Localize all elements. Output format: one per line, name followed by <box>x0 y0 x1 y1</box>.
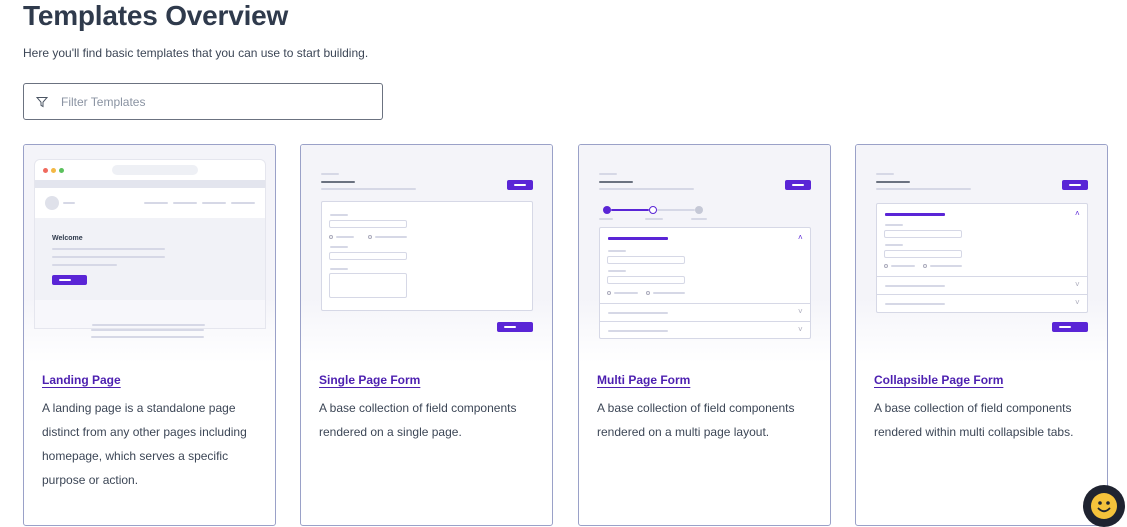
single-page-form-preview <box>311 155 543 355</box>
filter-input[interactable] <box>61 94 351 109</box>
template-card-collapsible-page-form[interactable]: ˄ ˅ ˅ Collapsible Page Form A base colle… <box>855 144 1108 526</box>
landing-page-preview: Welcome <box>34 159 266 329</box>
preview-welcome-text: Welcome <box>52 235 83 242</box>
template-description: A base collection of field components re… <box>319 401 517 439</box>
template-description: A base collection of field components re… <box>874 401 1074 439</box>
template-title-collapsible-page-form[interactable]: Collapsible Page Form <box>874 373 1003 387</box>
filter-field[interactable] <box>23 83 383 120</box>
filter-icon <box>36 96 48 107</box>
template-title-single-page-form[interactable]: Single Page Form <box>319 373 420 387</box>
template-title-multi-page-form[interactable]: Multi Page Form <box>597 373 690 387</box>
template-card-landing-page[interactable]: Welcome Landing Page A landing page is a… <box>23 144 276 526</box>
template-description: A landing page is a standalone page dist… <box>42 401 247 487</box>
template-preview: Welcome <box>24 145 275 363</box>
template-title-landing-page[interactable]: Landing Page <box>42 373 121 387</box>
template-card-single-page-form[interactable]: Single Page Form A base collection of fi… <box>300 144 553 526</box>
page-subtitle: Here you'll find basic templates that yo… <box>23 46 369 60</box>
multi-page-form-preview: ˄ ˅ ˅ <box>589 155 821 355</box>
template-preview: ˄ ˅ ˅ <box>579 145 830 363</box>
smiley-face-icon <box>1091 493 1117 519</box>
template-preview: ˄ ˅ ˅ <box>856 145 1107 363</box>
template-card-multi-page-form[interactable]: ˄ ˅ ˅ Multi Page Form A base collection … <box>578 144 831 526</box>
template-description: A base collection of field components re… <box>597 401 795 439</box>
help-chat-button[interactable] <box>1083 485 1125 527</box>
template-preview <box>301 145 552 363</box>
page-title: Templates Overview <box>23 0 289 31</box>
collapsible-page-form-preview: ˄ ˅ ˅ <box>866 155 1098 355</box>
